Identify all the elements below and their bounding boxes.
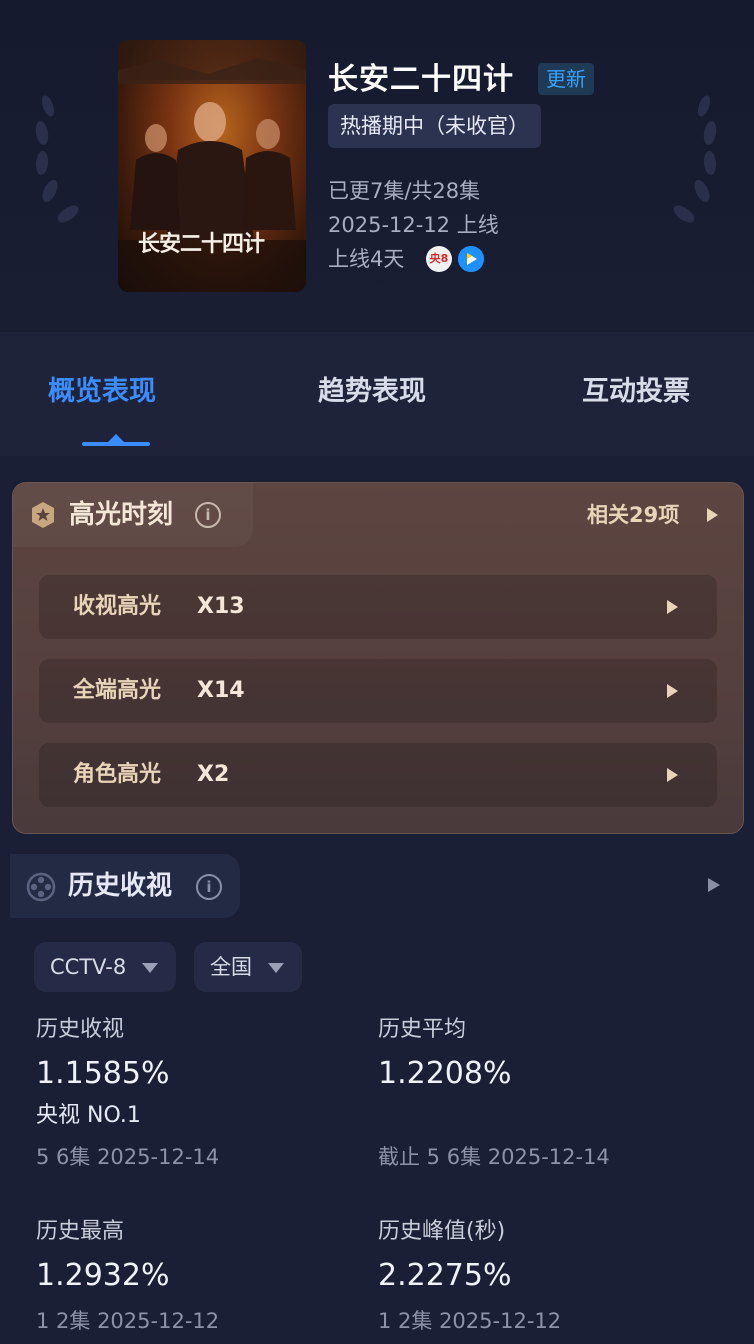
channel-dropdown-value: CCTV-8 [50,955,127,979]
airing-status-badge: 热播期中（未收官） [328,104,541,148]
stat-value-history-rating: 1.1585% [36,1056,170,1091]
drama-title: 长安二十四计 [328,62,514,97]
play-icon [667,600,678,614]
tab-vote[interactable]: 互动投票 [582,372,690,412]
tab-bar: 概览表现 趋势表现 互动投票 [0,332,754,456]
drama-header: 长安二十四计 长安二十四计 更新 热播期中（未收官） 已更7集/共28集 202… [0,0,754,332]
stat-sub-history-rating: 5 6集 2025-12-14 [36,1145,220,1169]
poster-caption: 长安二十四计 [138,231,265,257]
cctv8-logo-icon: 央8 [426,246,452,272]
update-badge: 更新 [538,63,594,95]
channel-dropdown[interactable]: CCTV-8 [34,942,176,992]
stat-label-history-high: 历史最高 [36,1219,125,1244]
stat-sub-history-peak: 1 2集 2025-12-12 [378,1309,562,1333]
highlight-count: X14 [197,678,245,703]
highlight-row-all-platform[interactable]: 全端高光 X14 [39,659,717,723]
highlight-label: 角色高光 [73,762,162,787]
region-dropdown[interactable]: 全国 [194,942,302,992]
highlight-count: X2 [197,762,230,787]
highlights-info-icon[interactable]: i [195,502,221,528]
stat-value-history-high: 1.2932% [36,1258,170,1293]
stat-label-history-average: 历史平均 [378,1017,467,1042]
release-date: 2025-12-12 上线 [328,213,499,237]
region-dropdown-value: 全国 [210,955,252,979]
play-icon [667,768,678,782]
highlights-card: 高光时刻 i 相关29项 收视高光 X13 全端高光 X14 角色高光 X2 [12,482,744,834]
star-badge-icon [32,502,54,528]
stat-label-history-rating: 历史收视 [36,1017,125,1042]
play-icon [667,684,678,698]
active-tab-underline [82,442,150,446]
stat-label-history-peak: 历史峰值(秒) [378,1219,506,1244]
tab-trend[interactable]: 趋势表现 [318,372,426,412]
active-tab-caret [108,434,124,442]
history-info-icon[interactable]: i [196,874,222,900]
highlights-related-link[interactable]: 相关29项 [587,499,679,531]
highlight-row-rating[interactable]: 收视高光 X13 [39,575,717,639]
chevron-down-icon [142,963,158,973]
stat-sub-history-average: 截止 5 6集 2025-12-14 [378,1145,610,1169]
stat-rank-history-rating: 央视 NO.1 [36,1103,141,1128]
chevron-down-icon [268,963,284,973]
days-online: 上线4天 [328,247,405,271]
history-title: 历史收视 [68,871,173,901]
laurel-left-icon [35,95,79,223]
highlights-title: 高光时刻 [69,500,174,530]
highlight-label: 收视高光 [73,594,162,619]
highlight-count: X13 [197,594,245,619]
film-reel-icon [26,872,56,902]
stat-value-history-peak: 2.2275% [378,1258,512,1293]
history-more-icon[interactable] [708,878,720,892]
highlight-label: 全端高光 [73,678,162,703]
stat-sub-history-high: 1 2集 2025-12-12 [36,1309,220,1333]
tab-overview[interactable]: 概览表现 [48,372,156,412]
highlights-more-icon[interactable] [707,508,718,522]
stat-value-history-average: 1.2208% [378,1056,512,1091]
youku-logo-icon [458,246,484,272]
laurel-right-icon [673,95,717,223]
episode-progress: 已更7集/共28集 [328,179,481,203]
drama-poster[interactable]: 长安二十四计 [118,40,306,292]
highlight-row-character[interactable]: 角色高光 X2 [39,743,717,807]
